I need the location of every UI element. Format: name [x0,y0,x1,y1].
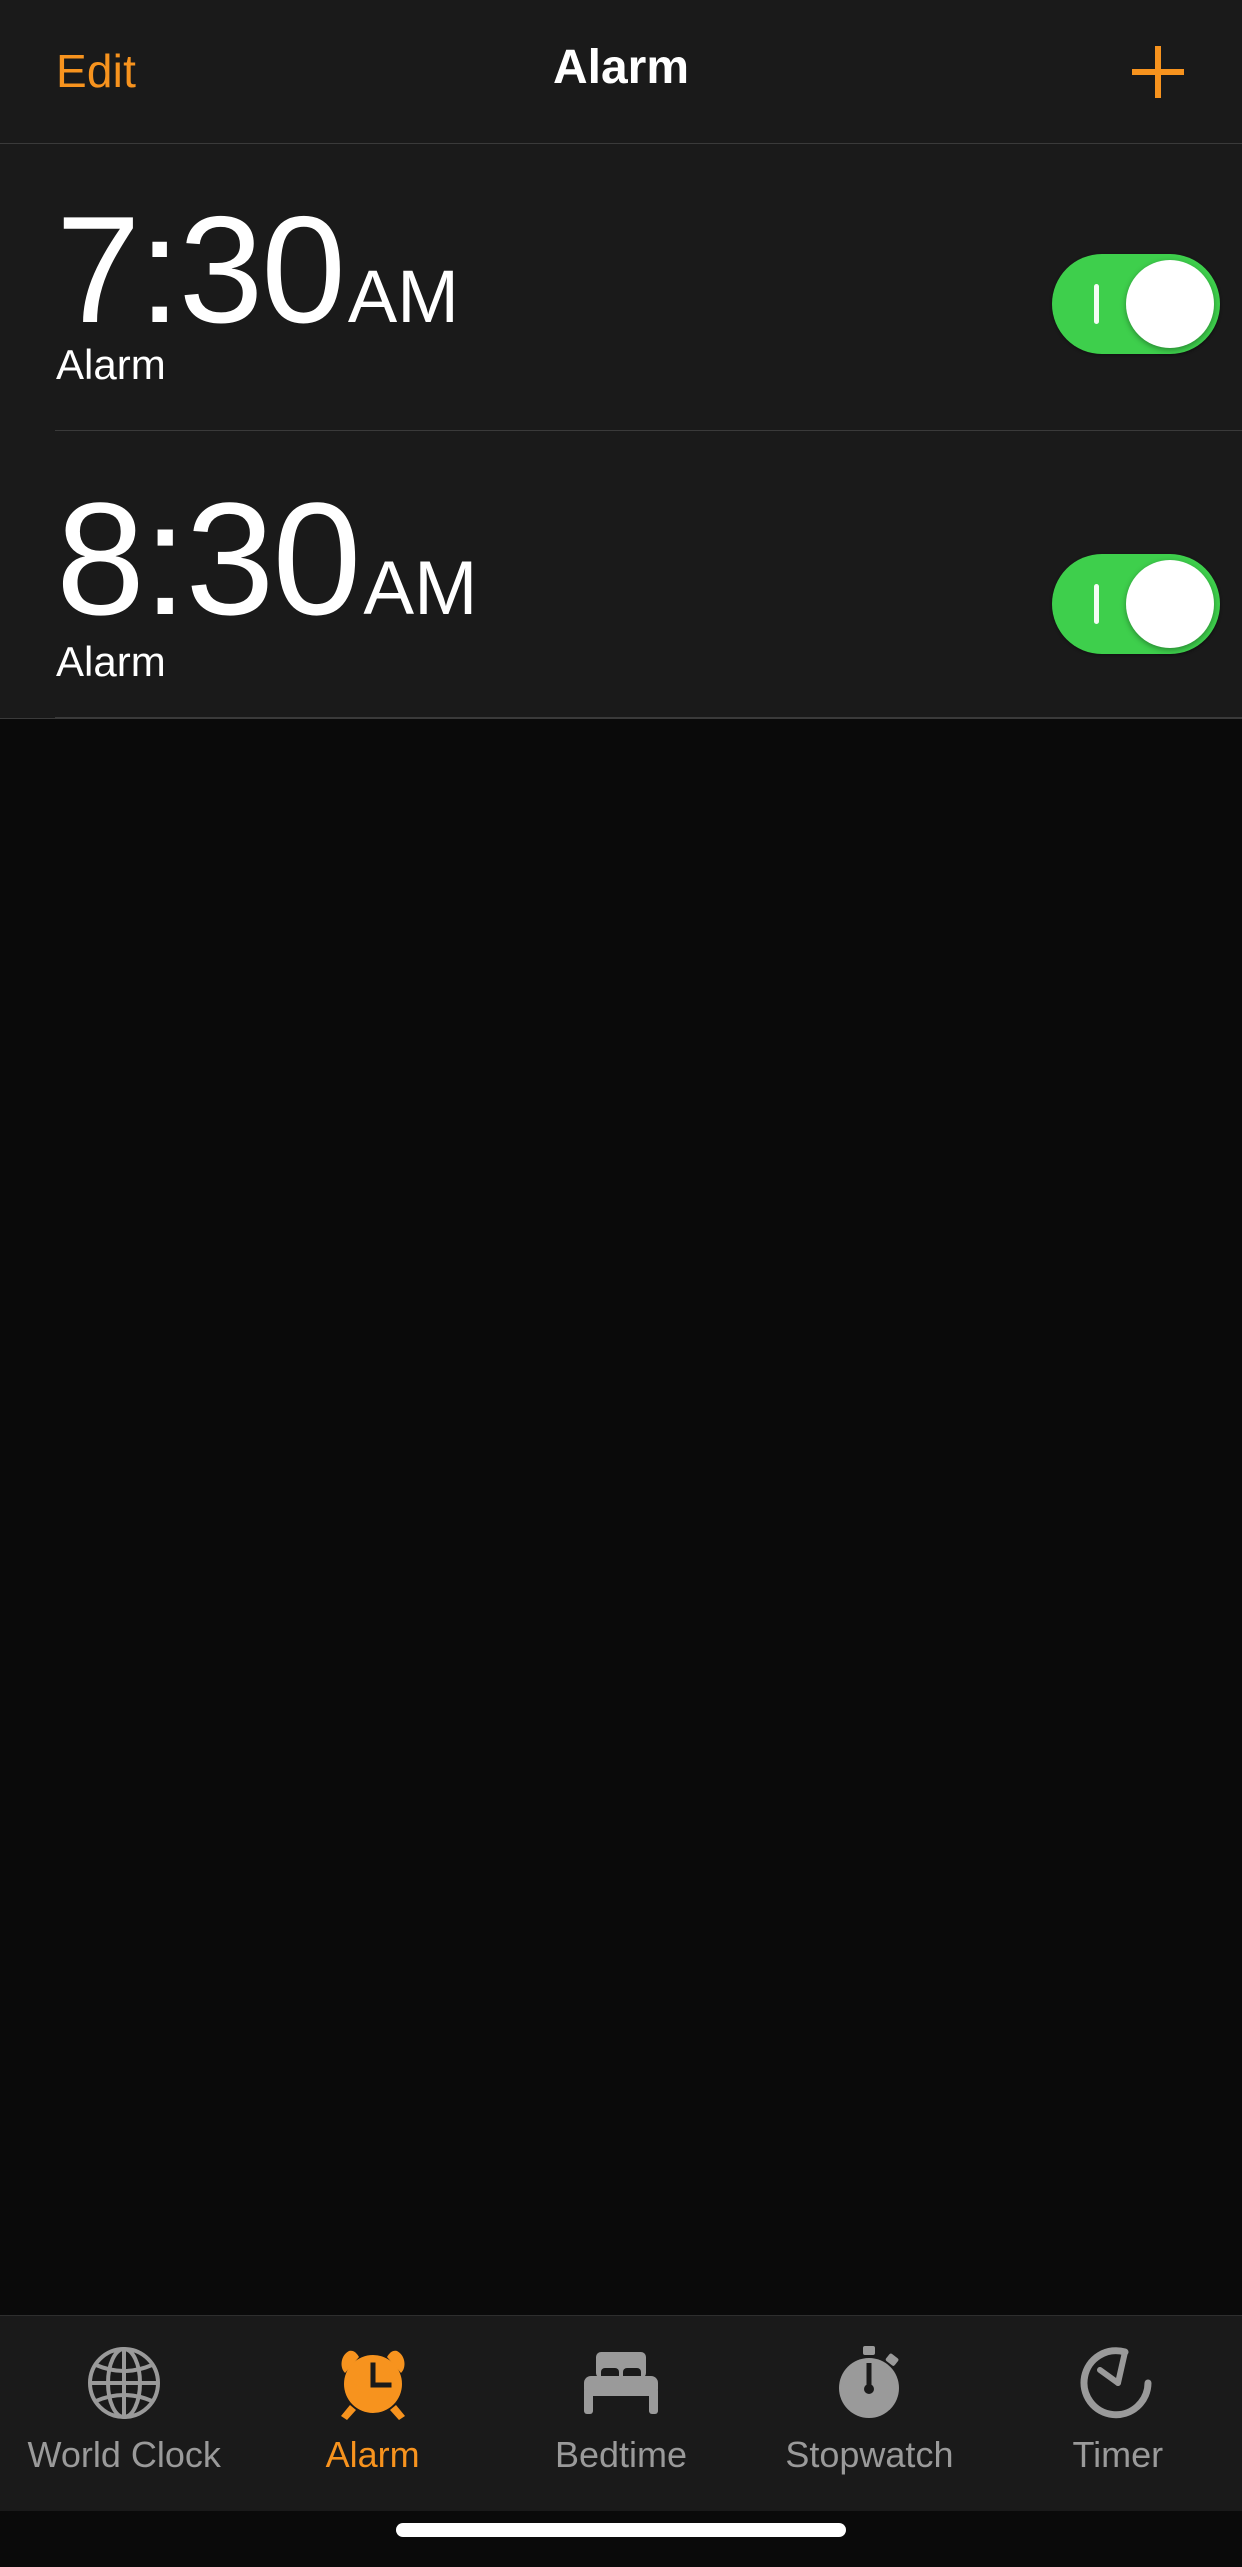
tab-stopwatch[interactable]: Stopwatch [745,2315,993,2511]
alarm-row[interactable]: 7:30AM Alarm [0,144,1242,431]
tab-timer[interactable]: Timer [994,2315,1242,2511]
empty-content-area [0,719,1242,2315]
alarm-list: 7:30AM Alarm 8:30AM Alarm [0,144,1242,718]
alarm-clock-icon [327,2337,419,2429]
alarm-label: Alarm [56,638,166,685]
alarm-period: AM [347,255,459,338]
tab-label: World Clock [27,2434,221,2475]
globe-icon [78,2337,170,2429]
page-title: Alarm [552,41,690,94]
alarm-label: Alarm [56,341,166,388]
add-alarm-button[interactable] [1126,40,1190,104]
tab-label: Stopwatch [785,2434,954,2475]
tab-bedtime[interactable]: Bedtime [497,2315,745,2511]
toggle-knob [1126,560,1214,648]
toggle-on-indicator-icon [1094,584,1099,624]
stopwatch-icon [823,2337,915,2429]
alarm-period: AM [363,546,478,631]
navigation-bar: Edit Alarm [0,0,1242,144]
tab-label: Bedtime [554,2434,688,2475]
tab-label: Alarm [325,2434,420,2475]
list-bottom-divider [0,718,1242,719]
alarm-time-group: 8:30AM [56,479,477,639]
alarm-row[interactable]: 8:30AM Alarm [0,431,1242,718]
tab-label: Timer [1072,2434,1164,2475]
tab-world-clock[interactable]: World Clock [0,2315,248,2511]
toggle-knob [1126,260,1214,348]
alarm-time-group: 7:30AM [56,194,459,346]
tab-alarm[interactable]: Alarm [248,2315,496,2511]
plus-icon [1126,40,1190,104]
bed-icon [575,2337,667,2429]
alarm-time: 8:30 [56,469,361,648]
timer-icon [1072,2337,1164,2429]
alarm-toggle[interactable] [1052,254,1220,354]
tab-bar: World Clock Alarm Bedtime Stopwatch Time… [0,2315,1242,2511]
alarm-toggle[interactable] [1052,554,1220,654]
alarm-time: 7:30 [56,185,346,355]
clock-app-screen: Edit Alarm 7:30AM Alarm 8:30AM Alarm Wor… [0,0,1242,2567]
home-indicator[interactable] [396,2523,846,2537]
toggle-on-indicator-icon [1094,284,1099,324]
